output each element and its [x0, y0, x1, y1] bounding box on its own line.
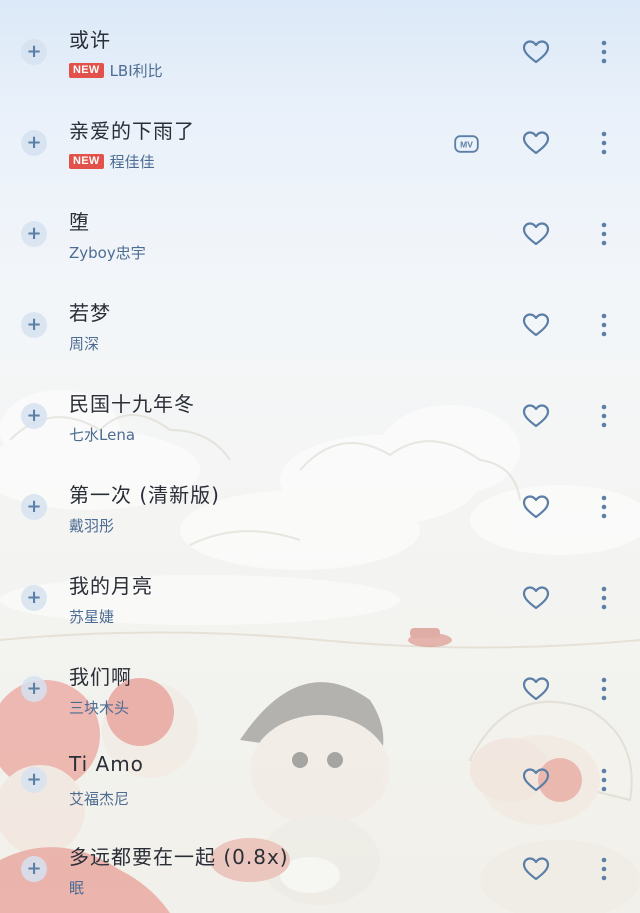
more-vertical-icon[interactable] — [598, 495, 610, 519]
song-row[interactable]: + 多远都要在一起 (0.8x) 眠 — [0, 819, 640, 910]
new-badge: NEW — [69, 63, 104, 78]
plus-icon: + — [26, 587, 42, 608]
song-artist[interactable]: 眠 — [69, 877, 84, 898]
song-row[interactable]: + 或许 NEW LBI利比 — [0, 0, 640, 91]
song-list: + 或许 NEW LBI利比 + 亲爱的下雨了 NEW 程佳佳 MV + 堕 Z… — [0, 0, 640, 913]
plus-icon: + — [26, 223, 42, 244]
mv-label: MV — [460, 140, 473, 150]
song-row[interactable]: + 第一次 (清新版) 戴羽彤 — [0, 455, 640, 546]
plus-icon: + — [26, 678, 42, 699]
song-row[interactable]: + 亲爱的下雨了 NEW 程佳佳 MV — [0, 91, 640, 182]
song-row[interactable]: + 民国十九年冬 七水Lena — [0, 364, 640, 455]
add-to-playlist-button[interactable]: + — [21, 403, 47, 429]
heart-icon[interactable] — [522, 856, 550, 882]
song-artist[interactable]: 戴羽彤 — [69, 515, 114, 536]
song-row[interactable]: + 堕 Zyboy忠宇 — [0, 182, 640, 273]
song-title: 若梦 — [69, 301, 111, 325]
more-vertical-icon[interactable] — [598, 768, 610, 792]
plus-icon: + — [26, 496, 42, 517]
more-vertical-icon[interactable] — [598, 677, 610, 701]
add-to-playlist-button[interactable]: + — [21, 676, 47, 702]
song-meta: 七水Lena — [69, 424, 135, 445]
song-artist[interactable]: 程佳佳 — [110, 151, 155, 172]
heart-icon[interactable] — [522, 130, 550, 156]
add-to-playlist-button[interactable]: + — [21, 221, 47, 247]
add-to-playlist-button[interactable]: + — [21, 585, 47, 611]
song-meta: 艾福杰尼 — [69, 788, 129, 809]
more-vertical-icon[interactable] — [598, 222, 610, 246]
more-vertical-icon[interactable] — [598, 313, 610, 337]
song-meta: NEW 程佳佳 — [69, 151, 155, 172]
heart-icon[interactable] — [522, 312, 550, 338]
song-meta: 眠 — [69, 877, 84, 898]
song-title: 我的月亮 — [69, 574, 153, 598]
song-title: Ti Amo — [69, 752, 144, 776]
song-artist[interactable]: 苏星婕 — [69, 606, 114, 627]
add-to-playlist-button[interactable]: + — [21, 130, 47, 156]
song-title: 第一次 (清新版) — [69, 483, 220, 507]
song-artist[interactable]: 艾福杰尼 — [69, 788, 129, 809]
more-vertical-icon[interactable] — [598, 40, 610, 64]
song-row[interactable]: + 若梦 周深 — [0, 273, 640, 364]
song-meta: Zyboy忠宇 — [69, 242, 146, 263]
song-meta: NEW LBI利比 — [69, 60, 163, 81]
song-artist[interactable]: 三块木头 — [69, 697, 129, 718]
song-meta: 周深 — [69, 333, 99, 354]
more-vertical-icon[interactable] — [598, 586, 610, 610]
song-row[interactable]: + Ti Amo 艾福杰尼 — [0, 728, 640, 819]
heart-icon[interactable] — [522, 39, 550, 65]
song-artist[interactable]: 七水Lena — [69, 424, 135, 445]
song-artist[interactable]: 周深 — [69, 333, 99, 354]
song-title: 或许 — [69, 28, 111, 52]
heart-icon[interactable] — [522, 221, 550, 247]
plus-icon: + — [26, 405, 42, 426]
song-title: 民国十九年冬 — [69, 392, 195, 416]
mv-icon[interactable]: MV — [454, 135, 479, 153]
plus-icon: + — [26, 132, 42, 153]
song-title: 堕 — [69, 210, 90, 234]
song-artist[interactable]: Zyboy忠宇 — [69, 242, 146, 263]
new-badge: NEW — [69, 154, 104, 169]
plus-icon: + — [26, 769, 42, 790]
song-meta: 三块木头 — [69, 697, 129, 718]
song-title: 多远都要在一起 (0.8x) — [69, 845, 289, 869]
song-row[interactable]: + 我的月亮 苏星婕 — [0, 546, 640, 637]
more-vertical-icon[interactable] — [598, 131, 610, 155]
add-to-playlist-button[interactable]: + — [21, 39, 47, 65]
add-to-playlist-button[interactable]: + — [21, 494, 47, 520]
song-title: 我们啊 — [69, 665, 132, 689]
heart-icon[interactable] — [522, 494, 550, 520]
heart-icon[interactable] — [522, 403, 550, 429]
plus-icon: + — [26, 314, 42, 335]
heart-icon[interactable] — [522, 585, 550, 611]
song-meta: 苏星婕 — [69, 606, 114, 627]
add-to-playlist-button[interactable]: + — [21, 312, 47, 338]
heart-icon[interactable] — [522, 767, 550, 793]
more-vertical-icon[interactable] — [598, 404, 610, 428]
song-meta: 戴羽彤 — [69, 515, 114, 536]
heart-icon[interactable] — [522, 676, 550, 702]
more-vertical-icon[interactable] — [598, 857, 610, 881]
song-artist[interactable]: LBI利比 — [110, 60, 163, 81]
add-to-playlist-button[interactable]: + — [21, 856, 47, 882]
plus-icon: + — [26, 858, 42, 879]
song-row[interactable]: + 我们啊 三块木头 — [0, 637, 640, 728]
song-title: 亲爱的下雨了 — [69, 119, 195, 143]
plus-icon: + — [26, 41, 42, 62]
add-to-playlist-button[interactable]: + — [21, 767, 47, 793]
